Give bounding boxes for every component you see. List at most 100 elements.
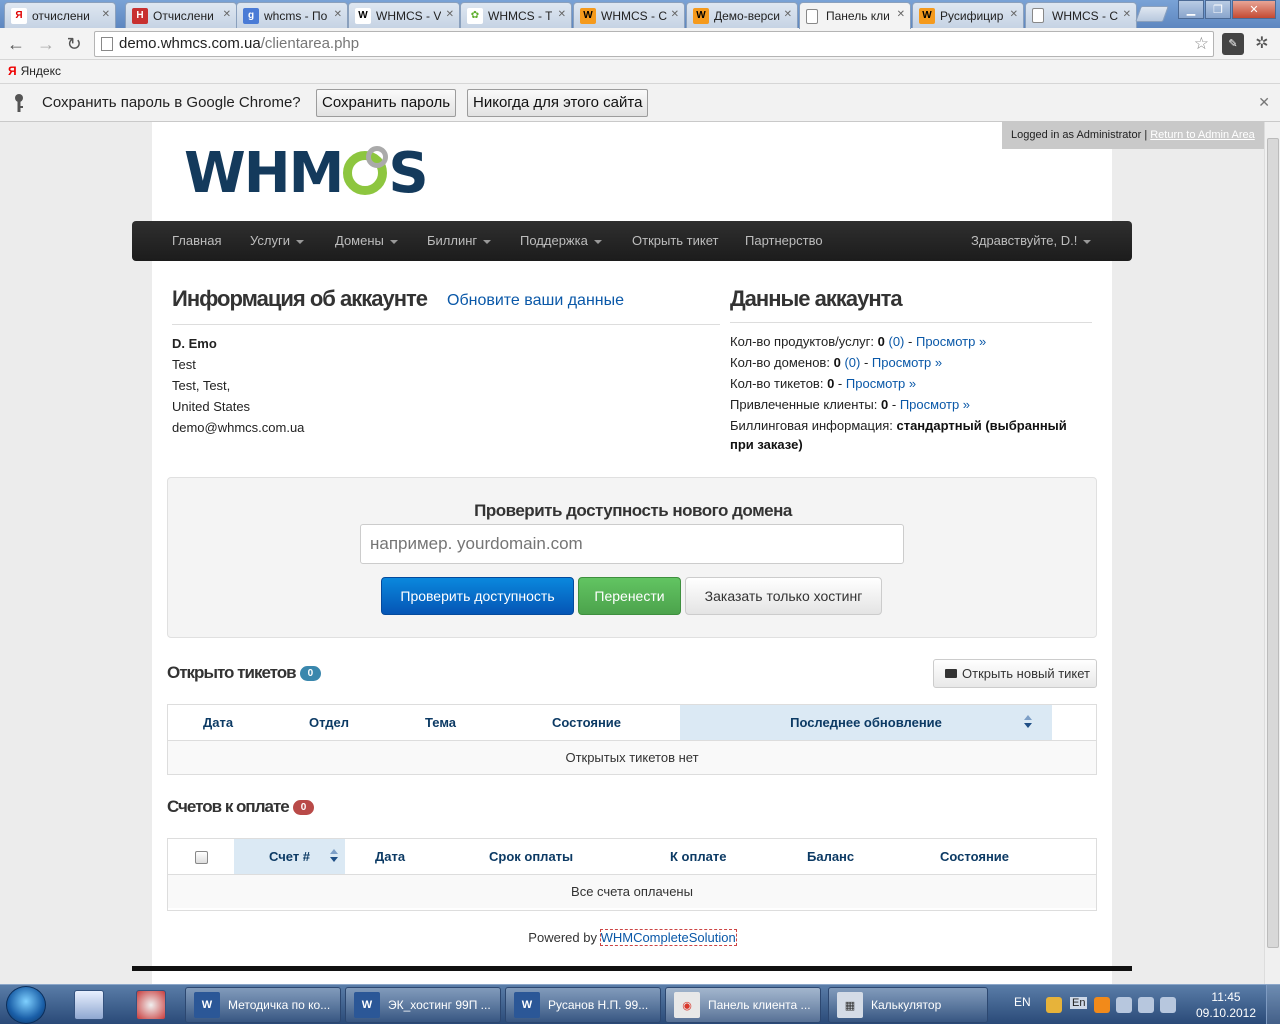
never-save-button[interactable]: Никогда для этого сайта <box>467 89 649 117</box>
sort-arrows-icon <box>330 849 338 863</box>
browser-tab[interactable]: ✿ WHMCS - T ✕ <box>460 2 572 28</box>
column-header[interactable]: Состояние <box>940 839 1009 874</box>
billing-value: стандартный (выбранный <box>896 418 1067 433</box>
taskbar-task[interactable]: W ЭК_хостинг 99П ... <box>345 987 501 1023</box>
domain-input[interactable] <box>360 524 904 564</box>
stat-dash: - <box>863 355 869 370</box>
view-tickets-link[interactable]: Просмотр » <box>846 376 916 391</box>
check-availability-button[interactable]: Проверить доступность <box>381 577 574 615</box>
gear-icon <box>343 146 389 195</box>
browser-tab[interactable]: Н Отчислени ✕ <box>125 2 237 28</box>
volume-icon[interactable] <box>1138 997 1154 1013</box>
browser-tab[interactable]: W WHMCS - С ✕ <box>573 2 685 28</box>
start-button[interactable] <box>6 986 46 1024</box>
task-label: Методичка по ко... <box>228 998 331 1012</box>
tab-close-icon[interactable]: ✕ <box>671 9 679 20</box>
transfer-button[interactable]: Перенести <box>578 577 681 615</box>
forward-arrow-icon[interactable]: → <box>36 34 56 54</box>
extension-icon[interactable]: ✎ <box>1222 33 1244 55</box>
column-header[interactable]: К оплате <box>670 839 726 874</box>
tray-app-icon[interactable] <box>1046 997 1062 1013</box>
address-bar[interactable]: demo.whmcs.com.ua/clientarea.php ☆ <box>94 31 1214 57</box>
tab-close-icon[interactable]: ✕ <box>1123 9 1131 20</box>
browser-tab[interactable]: g whcms - По ✕ <box>236 2 348 28</box>
tab-close-icon[interactable]: ✕ <box>1010 9 1018 20</box>
save-password-infobar: Сохранить пароль в Google Chrome? Сохран… <box>0 84 1280 122</box>
wrench-menu-icon[interactable]: ✲ <box>1252 33 1272 53</box>
bookmark-star-icon[interactable]: ☆ <box>1194 32 1209 56</box>
close-icon[interactable]: ✕ <box>1258 94 1270 111</box>
nav-services[interactable]: Услуги <box>250 221 304 261</box>
update-details-link[interactable]: Обновите ваши данные <box>447 292 624 310</box>
column-header-sorted[interactable]: Последнее обновление <box>680 705 1052 740</box>
taskbar-task[interactable]: W Русанов Н.П. 99... <box>505 987 661 1023</box>
nav-open-ticket[interactable]: Открыть тикет <box>632 221 718 261</box>
taskbar-task[interactable]: ◉ Панель клиента ... <box>665 987 821 1023</box>
column-header[interactable]: Отдел <box>309 705 349 740</box>
browser-tab[interactable]: W WHMCS - V ✕ <box>348 2 460 28</box>
save-password-button[interactable]: Сохранить пароль <box>316 89 457 117</box>
show-desktop-button[interactable] <box>1266 985 1280 1024</box>
scissors-app-icon[interactable] <box>136 990 166 1020</box>
nav-affiliates[interactable]: Партнерство <box>745 221 823 261</box>
column-header-sorted[interactable]: Счет # <box>234 839 345 874</box>
browser-tab[interactable]: WHMCS - С ✕ <box>1025 2 1137 28</box>
tab-close-icon[interactable]: ✕ <box>446 9 454 20</box>
powered-by-text: Powered by <box>528 930 597 945</box>
browser-tab[interactable]: Панель кли ✕ <box>799 2 911 29</box>
close-window-button[interactable]: ✕ <box>1232 0 1276 19</box>
browser-tab[interactable]: Яотчислени ✕ <box>4 2 116 28</box>
view-products-link[interactable]: Просмотр » <box>916 334 986 349</box>
tab-close-icon[interactable]: ✕ <box>102 9 110 20</box>
minimize-window-button[interactable]: ▁ <box>1178 0 1204 19</box>
browser-tab[interactable]: W Русифицир ✕ <box>912 2 1024 28</box>
order-hosting-button[interactable]: Заказать только хостинг <box>685 577 882 615</box>
view-domains-link[interactable]: Просмотр » <box>872 355 942 370</box>
taskbar-task[interactable]: ▦ Калькулятор <box>828 987 988 1023</box>
nav-home[interactable]: Главная <box>172 221 221 261</box>
divider <box>172 324 720 325</box>
stat-count: 0 <box>827 376 835 391</box>
taskbar-task[interactable]: W Методичка по ко... <box>185 987 341 1023</box>
tab-close-icon[interactable]: ✕ <box>334 9 342 20</box>
flag-icon[interactable] <box>1160 997 1176 1013</box>
nav-billing[interactable]: Биллинг <box>427 221 492 261</box>
tray-app-icon[interactable] <box>1094 997 1110 1013</box>
whmcs-link[interactable]: WHMCompleteSolution <box>599 929 737 946</box>
column-header[interactable]: Срок оплаты <box>489 839 573 874</box>
column-header[interactable]: Состояние <box>552 705 621 740</box>
maximize-window-button[interactable]: ❐ <box>1205 0 1231 19</box>
browser-tab[interactable]: W Демо-верси ✕ <box>686 2 798 28</box>
language-indicator[interactable]: EN <box>1014 995 1031 1009</box>
client-email[interactable]: demo@whmcs.com.ua <box>172 420 304 435</box>
bookmark-yandex[interactable]: Я Яндекс <box>8 64 61 78</box>
column-header[interactable]: Баланс <box>807 839 854 874</box>
nav-support[interactable]: Поддержка <box>520 221 602 261</box>
word-icon: W <box>514 992 540 1018</box>
select-all-checkbox[interactable] <box>195 851 208 864</box>
tab-close-icon[interactable]: ✕ <box>784 9 792 20</box>
nav-domains[interactable]: Домены <box>335 221 398 261</box>
scrollbar-thumb[interactable] <box>1267 138 1279 948</box>
tab-close-icon[interactable]: ✕ <box>558 9 566 20</box>
view-referrals-link[interactable]: Просмотр » <box>900 397 970 412</box>
return-to-admin-link[interactable]: Return to Admin Area <box>1150 129 1255 141</box>
column-header[interactable]: Дата <box>203 705 233 740</box>
network-icon[interactable] <box>1116 997 1132 1013</box>
whmcs-logo[interactable]: WHM S <box>184 141 429 206</box>
keyboard-layout-indicator[interactable]: En <box>1070 997 1088 1009</box>
tab-close-icon[interactable]: ✕ <box>897 9 905 20</box>
open-new-ticket-button[interactable]: Открыть новый тикет <box>933 659 1097 688</box>
vertical-scrollbar[interactable] <box>1264 122 1280 984</box>
clock[interactable]: 11:45 09.10.2012 <box>1194 989 1258 1021</box>
column-header[interactable]: Дата <box>375 839 405 874</box>
chart-app-icon[interactable] <box>74 990 104 1020</box>
new-tab-button[interactable] <box>1135 6 1169 22</box>
nav-user-menu[interactable]: Здравствуйте, D.! <box>971 221 1092 261</box>
tab-close-icon[interactable]: ✕ <box>223 9 231 20</box>
column-header[interactable]: Тема <box>425 705 456 740</box>
divider <box>730 322 1092 323</box>
reload-icon[interactable]: ↻ <box>64 34 84 54</box>
stat-billing-cont: при заказе) <box>730 437 803 452</box>
back-arrow-icon[interactable]: ← <box>6 34 26 54</box>
